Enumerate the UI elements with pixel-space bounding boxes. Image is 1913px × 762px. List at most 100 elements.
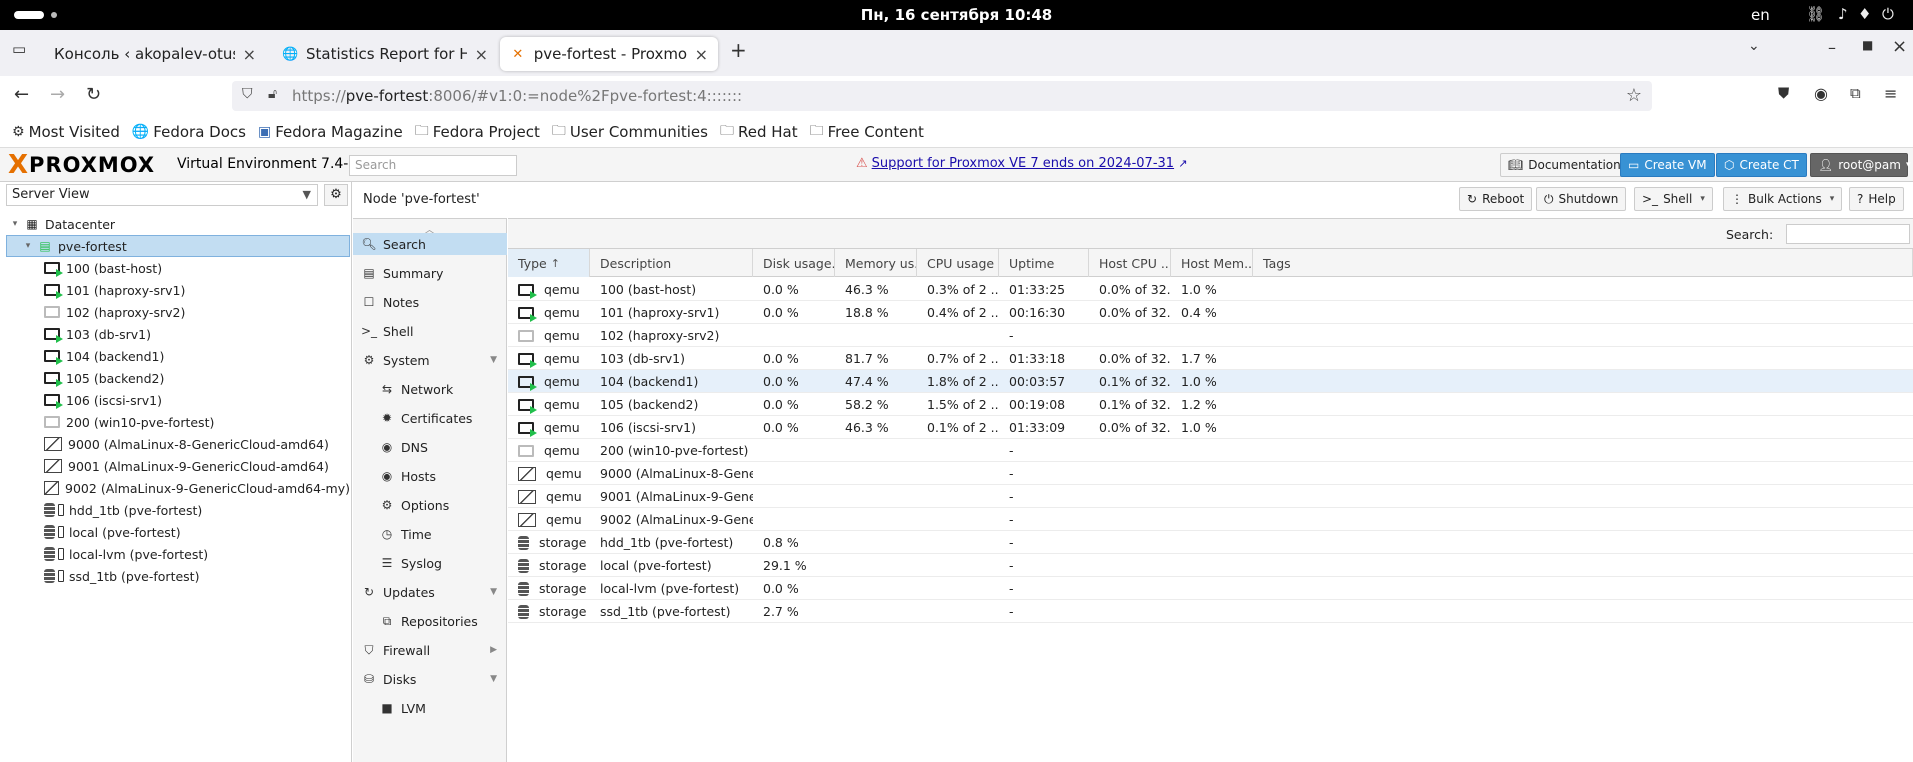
- table-row[interactable]: storage hdd_1tb (pve-fortest) 0.8 % -: [508, 531, 1913, 554]
- node-menu-item-disks[interactable]: ⛁ Disks ▼: [353, 668, 507, 690]
- table-row[interactable]: qemu 104 (backend1) 0.0 % 47.4 % 1.8% of 2 .…: [508, 370, 1913, 393]
- forward-arrow-icon[interactable]: →: [50, 84, 65, 105]
- tree-item-vm-run[interactable]: 101 (haproxy-srv1): [6, 279, 350, 301]
- node-menu-item-repositories[interactable]: ⧉ Repositories: [353, 610, 507, 632]
- address-bar[interactable]: ⛉ 🔓︎ https://pve-fortest:8006/#v1:0:=nod…: [232, 81, 1652, 111]
- bookmark-user-communities[interactable]: 🗀 User Communities: [552, 120, 708, 144]
- column-header[interactable]: CPU usage: [917, 249, 999, 277]
- bookmark-fedora-project[interactable]: 🗀 Fedora Project: [415, 120, 540, 144]
- bookmark-free-content[interactable]: 🗀 Free Content: [810, 120, 924, 144]
- account-icon[interactable]: ◉: [1814, 84, 1828, 103]
- bookmark-fedora-docs[interactable]: 🌐 Fedora Docs: [132, 123, 246, 141]
- view-selector[interactable]: Server View ▼: [6, 184, 318, 206]
- tree-item-datacenter[interactable]: ▾ ▦ Datacenter: [6, 213, 350, 235]
- chevron-right-icon[interactable]: ▶: [490, 645, 497, 655]
- browser-tab-console[interactable]: Консоль ‹ akopalev-otus-hl... ×: [44, 37, 266, 71]
- tree-item-storage[interactable]: local-lvm (pve-fortest): [6, 543, 350, 565]
- reload-icon[interactable]: ↻: [86, 84, 101, 105]
- tree-item-storage[interactable]: local (pve-fortest): [6, 521, 350, 543]
- tracking-shield-icon[interactable]: ⛉: [242, 86, 253, 102]
- browser-tab-haproxy-stats[interactable]: 🌐 Statistics Report for HAPr... ×: [272, 37, 498, 71]
- bookmark-red-hat[interactable]: 🗀 Red Hat: [720, 120, 798, 144]
- table-row[interactable]: qemu 9002 (AlmaLinux-9-Generic... -: [508, 508, 1913, 531]
- menu-icon[interactable]: ≡: [1884, 84, 1897, 103]
- column-header[interactable]: Uptime: [999, 249, 1089, 277]
- shutdown-button[interactable]: ⏻ Shutdown: [1536, 187, 1627, 211]
- extensions-icon[interactable]: ⧉: [1850, 84, 1861, 102]
- volume-icon[interactable]: ♪: [1838, 5, 1848, 23]
- close-window-button[interactable]: ×: [1892, 36, 1907, 57]
- reboot-button[interactable]: ↻ Reboot: [1459, 187, 1533, 211]
- shell-button[interactable]: >_ Shell ▾: [1634, 187, 1713, 211]
- chevron-down-icon[interactable]: ▼: [490, 587, 497, 597]
- network-icon[interactable]: ⛓: [1806, 5, 1825, 23]
- keyboard-layout[interactable]: en: [1751, 6, 1770, 24]
- bookmark-most-visited[interactable]: ⚙ Most Visited: [12, 123, 120, 141]
- power-icon[interactable]: ⏻: [1882, 5, 1894, 23]
- tree-item-vm-off[interactable]: 102 (haproxy-srv2): [6, 301, 350, 323]
- tab-list-icon[interactable]: ▭: [12, 40, 26, 58]
- table-row[interactable]: qemu 9000 (AlmaLinux-8-Generic... -: [508, 462, 1913, 485]
- table-row[interactable]: qemu 100 (bast-host) 0.0 % 46.3 % 0.3% of 2 …: [508, 278, 1913, 301]
- node-menu-item-shell[interactable]: >_ Shell: [353, 320, 507, 342]
- table-row[interactable]: qemu 105 (backend2) 0.0 % 58.2 % 1.5% of 2 .…: [508, 393, 1913, 416]
- tree-item-vm-run[interactable]: 104 (backend1): [6, 345, 350, 367]
- help-button[interactable]: ? Help: [1849, 187, 1904, 211]
- table-row[interactable]: storage local-lvm (pve-fortest) 0.0 % -: [508, 577, 1913, 600]
- node-menu-item-certificates[interactable]: ✹ Certificates: [353, 407, 507, 429]
- documentation-button[interactable]: 📖︎ Documentation: [1500, 153, 1629, 177]
- proxmox-logo[interactable]: X PROXMOX: [8, 150, 155, 180]
- tab-overflow-chevron-icon[interactable]: ⌄: [1748, 38, 1760, 54]
- table-row[interactable]: qemu 200 (win10-pve-fortest) -: [508, 439, 1913, 462]
- table-row[interactable]: qemu 106 (iscsi-srv1) 0.0 % 46.3 % 0.1% of 2…: [508, 416, 1913, 439]
- tree-item-template[interactable]: 9001 (AlmaLinux-9-GenericCloud-amd64): [6, 455, 350, 477]
- create-vm-button[interactable]: ▭ Create VM: [1620, 153, 1715, 177]
- chevron-down-icon[interactable]: ▾: [8, 219, 22, 229]
- node-menu-item-search[interactable]: 🔍︎ Search: [353, 233, 507, 255]
- browser-tab-proxmox[interactable]: ✕ pve-fortest - Proxmox Vir... ×: [500, 37, 718, 71]
- table-row[interactable]: qemu 103 (db-srv1) 0.0 % 81.7 % 0.7% of 2 ..…: [508, 347, 1913, 370]
- node-menu-item-syslog[interactable]: ☰ Syslog: [353, 552, 507, 574]
- system-clock[interactable]: Пн, 16 сентября 10:48: [0, 6, 1913, 24]
- column-header[interactable]: Type ↑: [508, 249, 590, 277]
- column-header[interactable]: Tags: [1253, 249, 1913, 277]
- node-menu-item-updates[interactable]: ↻ Updates ▼: [353, 581, 507, 603]
- table-row[interactable]: qemu 9001 (AlmaLinux-9-Generic... -: [508, 485, 1913, 508]
- column-header[interactable]: Host Mem...: [1171, 249, 1253, 277]
- chevron-down-icon[interactable]: ▾: [21, 241, 35, 251]
- create-ct-button[interactable]: ⬡ Create CT: [1716, 153, 1807, 177]
- user-menu-button[interactable]: 👤︎ root@pam ▾: [1810, 153, 1910, 177]
- tree-item-template[interactable]: 9002 (AlmaLinux-9-GenericCloud-amd64-my): [6, 477, 350, 499]
- chevron-down-icon[interactable]: ▼: [490, 674, 497, 684]
- close-tab-icon[interactable]: ×: [475, 45, 488, 64]
- new-tab-button[interactable]: +: [730, 38, 747, 62]
- bulk-actions-button[interactable]: ⋮ Bulk Actions ▾: [1723, 187, 1843, 211]
- node-menu-item-notes[interactable]: ☐ Notes: [353, 291, 507, 313]
- close-tab-icon[interactable]: ×: [243, 45, 256, 64]
- tree-item-vm-run[interactable]: 105 (backend2): [6, 367, 350, 389]
- back-arrow-icon[interactable]: ←: [14, 84, 29, 105]
- node-menu-item-summary[interactable]: ▤ Summary: [353, 262, 507, 284]
- column-header[interactable]: Description: [590, 249, 753, 277]
- tree-item-vm-off[interactable]: 200 (win10-pve-fortest): [6, 411, 350, 433]
- minimize-button[interactable]: –: [1828, 38, 1836, 57]
- node-menu-item-dns[interactable]: ◉ DNS: [353, 436, 507, 458]
- insecure-lock-icon[interactable]: 🔓︎: [268, 86, 277, 102]
- node-menu-item-hosts[interactable]: ◉ Hosts: [353, 465, 507, 487]
- tree-settings-gear-icon[interactable]: ⚙: [324, 184, 348, 206]
- tree-item-node[interactable]: ▾ ▤ pve-fortest: [6, 235, 350, 257]
- tree-item-storage[interactable]: ssd_1tb (pve-fortest): [6, 565, 350, 587]
- node-menu-item-time[interactable]: ◷ Time: [353, 523, 507, 545]
- maximize-button[interactable]: ■: [1862, 38, 1873, 52]
- column-header[interactable]: Disk usage...: [753, 249, 835, 277]
- node-menu-item-network[interactable]: ⇆ Network: [353, 378, 507, 400]
- column-header[interactable]: Memory us...: [835, 249, 917, 277]
- column-header[interactable]: Host CPU ...: [1089, 249, 1171, 277]
- bookmark-star-icon[interactable]: ☆: [1626, 85, 1642, 106]
- node-menu-item-options[interactable]: ⚙ Options: [353, 494, 507, 516]
- table-row[interactable]: qemu 102 (haproxy-srv2) -: [508, 324, 1913, 347]
- node-menu-item-system[interactable]: ⚙ System ▼: [353, 349, 507, 371]
- table-row[interactable]: storage local (pve-fortest) 29.1 % -: [508, 554, 1913, 577]
- bookmark-fedora-magazine[interactable]: ▣ Fedora Magazine: [258, 123, 403, 141]
- notification-icon[interactable]: ♦: [1858, 5, 1871, 23]
